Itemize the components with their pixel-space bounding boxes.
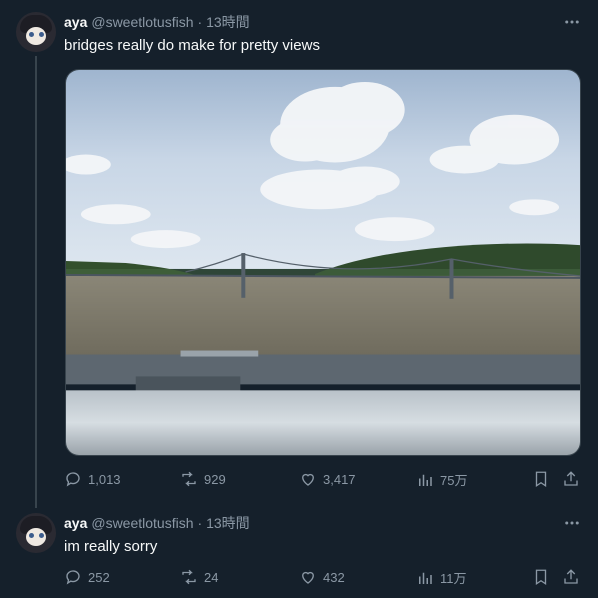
- bookmark-button[interactable]: [532, 568, 550, 586]
- user-handle[interactable]: @sweetlotusfish: [91, 515, 193, 531]
- post-actions: 252 24 432 11万: [64, 568, 582, 588]
- repost-icon: [182, 471, 196, 487]
- views-count: 11万: [440, 571, 467, 586]
- share-button[interactable]: [562, 470, 580, 488]
- post-actions: 1,013 929 3,417 75万: [64, 470, 582, 490]
- reply-count: 252: [88, 569, 110, 585]
- avatar[interactable]: [16, 12, 56, 52]
- bookmark-button[interactable]: [532, 470, 550, 488]
- display-name[interactable]: aya: [64, 515, 87, 531]
- post-time[interactable]: · 13時間: [198, 513, 250, 533]
- more-icon[interactable]: [562, 513, 582, 533]
- reply-count: 1,013: [88, 471, 121, 487]
- share-icon: [564, 471, 578, 486]
- repost-count: 24: [204, 569, 219, 585]
- post-header: aya @sweetlotusfish · 13時間: [64, 12, 250, 32]
- display-name[interactable]: aya: [64, 14, 87, 30]
- bookmark-icon: [535, 471, 547, 488]
- avatar[interactable]: [16, 513, 56, 553]
- post-image[interactable]: [65, 69, 581, 456]
- views-icon: [419, 474, 432, 486]
- views-icon: [419, 572, 432, 584]
- post-text: im really sorry: [64, 538, 158, 555]
- post-text: bridges really do make for pretty views: [64, 37, 320, 54]
- views-count: 75万: [440, 473, 468, 488]
- share-icon: [564, 569, 578, 584]
- bookmark-icon: [535, 569, 547, 586]
- views-button[interactable]: 75万: [416, 470, 467, 489]
- repost-icon: [182, 569, 196, 585]
- post-time[interactable]: · 13時間: [198, 12, 250, 32]
- share-button[interactable]: [562, 568, 580, 586]
- views-button[interactable]: 11万: [416, 568, 467, 587]
- reply-button[interactable]: 1,013: [64, 470, 121, 488]
- thread-connector-line: [35, 56, 37, 508]
- reply-icon: [66, 570, 80, 585]
- like-button[interactable]: 432: [299, 568, 345, 586]
- repost-button[interactable]: 929: [180, 470, 226, 488]
- repost-button[interactable]: 24: [180, 568, 218, 586]
- repost-count: 929: [204, 471, 226, 487]
- reply-icon: [66, 472, 80, 487]
- like-icon: [302, 571, 314, 584]
- like-count: 3,417: [323, 471, 356, 487]
- reply-button[interactable]: 252: [64, 568, 110, 586]
- like-icon: [302, 473, 314, 486]
- more-icon[interactable]: [562, 12, 582, 32]
- like-count: 432: [323, 569, 345, 585]
- post-header: aya @sweetlotusfish · 13時間: [64, 513, 250, 533]
- user-handle[interactable]: @sweetlotusfish: [91, 14, 193, 30]
- like-button[interactable]: 3,417: [299, 470, 356, 488]
